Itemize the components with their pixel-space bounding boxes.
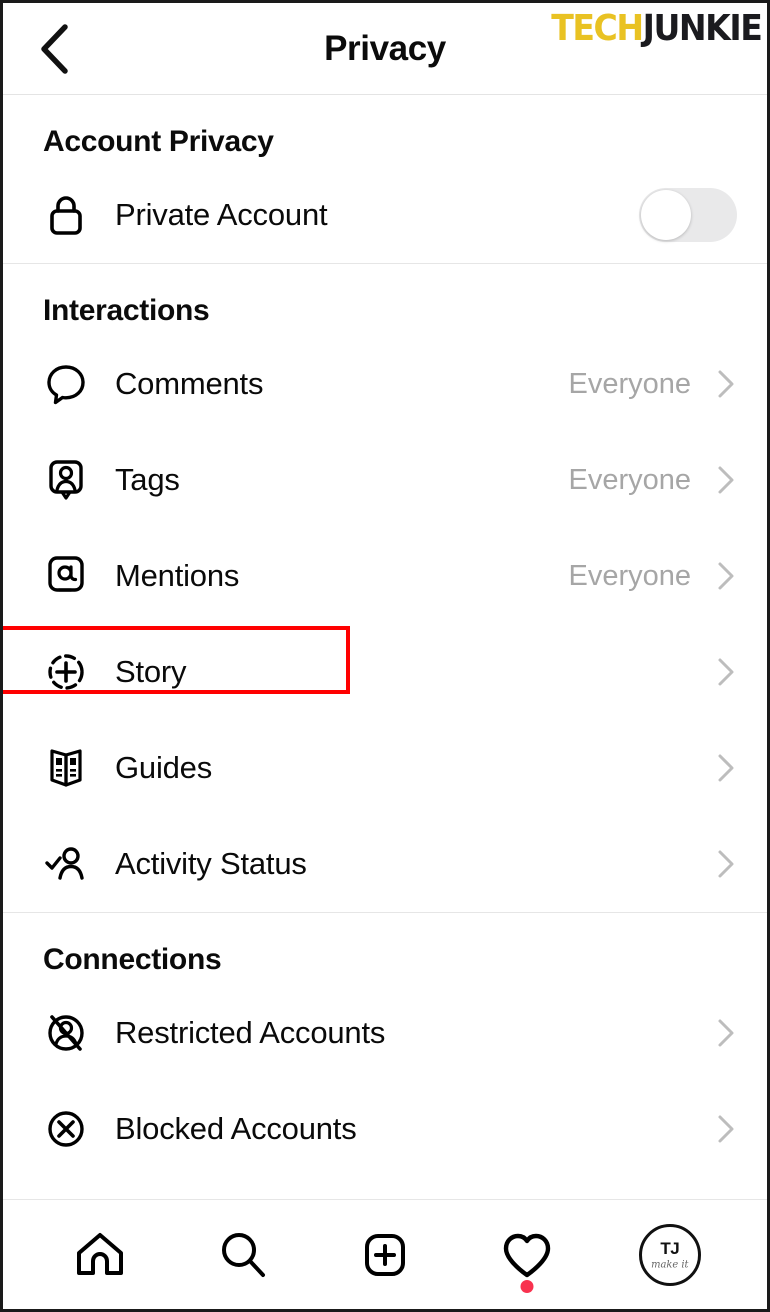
- techjunkie-watermark: TECHJUNKIE: [550, 8, 763, 49]
- row-story[interactable]: Story: [3, 624, 767, 720]
- lock-icon: [43, 192, 89, 238]
- chevron-right-icon: [718, 370, 734, 398]
- chevron-right-icon: [718, 658, 734, 686]
- avatar-tagline: make it: [651, 1258, 689, 1270]
- row-value: Everyone: [568, 559, 691, 592]
- row-activity-status[interactable]: Activity Status: [3, 816, 767, 912]
- private-account-toggle[interactable]: [639, 188, 737, 242]
- chevron-right-icon: [718, 466, 734, 494]
- nav-activity[interactable]: [484, 1212, 570, 1298]
- chevron-right-icon: [718, 754, 734, 782]
- phone-screen: Privacy TECHJUNKIE Account Privacy Priva…: [0, 0, 770, 1312]
- chevron-right-icon: [718, 1115, 734, 1143]
- row-private-account[interactable]: Private Account: [3, 167, 767, 263]
- story-plus-icon: [43, 649, 89, 695]
- chevron-right-icon: [718, 1019, 734, 1047]
- settings-list[interactable]: Account Privacy Private Account Interact…: [3, 95, 767, 1199]
- nav-search[interactable]: [200, 1212, 286, 1298]
- row-value: Everyone: [568, 367, 691, 400]
- row-label: Tags: [115, 462, 180, 497]
- row-label: Activity Status: [115, 846, 307, 881]
- row-label: Private Account: [115, 197, 328, 232]
- row-label: Comments: [115, 366, 264, 401]
- row-label: Story: [115, 654, 187, 689]
- toggle-knob: [641, 190, 691, 240]
- activity-status-icon: [43, 841, 89, 887]
- nav-create[interactable]: [342, 1212, 428, 1298]
- tag-person-icon: [43, 457, 89, 503]
- section-heading: Connections: [43, 943, 222, 976]
- section-interactions: Interactions Comments Everyone Tags Ever…: [3, 263, 767, 912]
- row-label: Blocked Accounts: [115, 1111, 357, 1146]
- bottom-navigation-bar: TJ make it: [3, 1199, 767, 1309]
- row-mentions[interactable]: Mentions Everyone: [3, 528, 767, 624]
- section-connections: Connections Restricted Accounts Blocked …: [3, 912, 767, 1177]
- guides-book-icon: [43, 745, 89, 791]
- restricted-account-icon: [43, 1010, 89, 1056]
- row-label: Restricted Accounts: [115, 1015, 386, 1050]
- row-comments[interactable]: Comments Everyone: [3, 336, 767, 432]
- row-tags[interactable]: Tags Everyone: [3, 432, 767, 528]
- profile-avatar-icon: TJ make it: [638, 1223, 701, 1286]
- nav-home[interactable]: [57, 1212, 143, 1298]
- section-heading: Account Privacy: [43, 125, 274, 158]
- row-label: Guides: [115, 750, 213, 785]
- add-post-icon: [364, 1233, 405, 1276]
- nav-profile[interactable]: TJ make it: [627, 1212, 713, 1298]
- watermark-tech: TECH: [550, 8, 644, 49]
- chevron-right-icon: [718, 562, 734, 590]
- row-blocked-accounts[interactable]: Blocked Accounts: [3, 1081, 767, 1177]
- row-guides[interactable]: Guides: [3, 720, 767, 816]
- comment-icon: [43, 361, 89, 407]
- blocked-account-icon: [43, 1106, 89, 1152]
- home-icon: [77, 1232, 124, 1275]
- row-label: Mentions: [115, 558, 240, 593]
- watermark-junkie: JUNKIE: [642, 8, 762, 49]
- search-icon: [221, 1232, 265, 1277]
- avatar-initials: TJ: [660, 1238, 680, 1258]
- section-heading: Interactions: [43, 294, 210, 327]
- app-header: Privacy TECHJUNKIE: [3, 3, 767, 95]
- heart-activity-icon: [504, 1233, 551, 1277]
- row-restricted-accounts[interactable]: Restricted Accounts: [3, 985, 767, 1081]
- activity-badge-dot: [520, 1279, 534, 1293]
- section-account-privacy: Account Privacy Private Account: [3, 95, 767, 263]
- row-value: Everyone: [568, 463, 691, 496]
- at-mention-icon: [43, 553, 89, 599]
- chevron-right-icon: [718, 850, 734, 878]
